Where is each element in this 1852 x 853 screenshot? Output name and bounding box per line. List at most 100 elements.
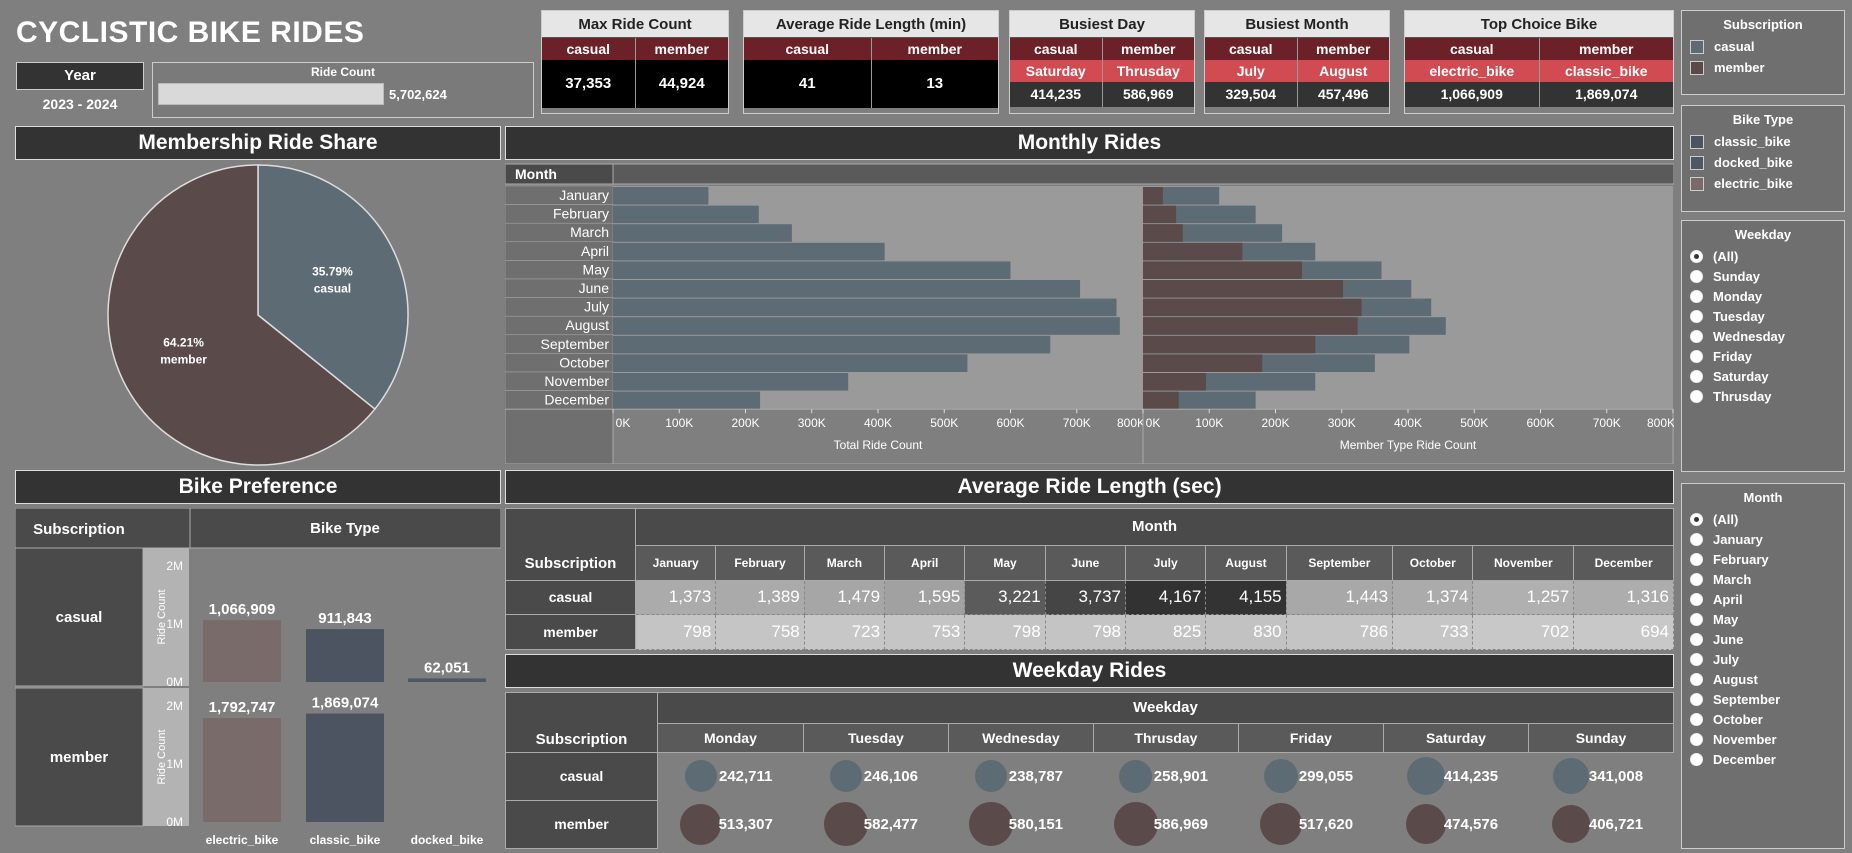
filter-option-march[interactable]: March <box>1682 569 1844 589</box>
filter-option-july[interactable]: July <box>1682 649 1844 669</box>
avg-cell[interactable]: 1,257 <box>1472 579 1575 616</box>
filter-option-thrusday[interactable]: Thrusday <box>1682 386 1844 406</box>
total-ride-bar[interactable] <box>613 280 1081 298</box>
weekday-cell[interactable]: 580,151 <box>948 800 1093 848</box>
weekday-cell[interactable]: 238,787 <box>948 752 1093 800</box>
filter-option-august[interactable]: August <box>1682 669 1844 689</box>
weekday-cell[interactable]: 258,901 <box>1093 752 1238 800</box>
avg-cell[interactable]: 723 <box>803 614 886 650</box>
weekday-cell[interactable]: 406,721 <box>1528 800 1673 848</box>
filter-option-all[interactable]: (All) <box>1682 509 1844 529</box>
weekday-cell[interactable]: 474,576 <box>1383 800 1528 848</box>
casual-bar[interactable] <box>1143 317 1358 335</box>
radio-button-icon[interactable] <box>1690 532 1703 546</box>
total-ride-bar[interactable] <box>613 205 759 224</box>
filter-option-wednesday[interactable]: Wednesday <box>1682 326 1844 346</box>
avg-cell[interactable]: 1,373 <box>634 579 717 616</box>
total-ride-bar[interactable] <box>613 242 885 261</box>
radio-button-icon[interactable] <box>1690 512 1703 526</box>
avg-cell[interactable]: 798 <box>964 614 1046 650</box>
casual-bar[interactable] <box>1143 335 1316 354</box>
casual-bar[interactable] <box>1143 224 1183 242</box>
weekday-cell[interactable]: 513,307 <box>658 800 804 848</box>
avg-cell[interactable]: 758 <box>715 614 805 650</box>
avg-cell[interactable]: 4,155 <box>1205 579 1287 616</box>
radio-button-icon[interactable] <box>1690 309 1703 323</box>
weekday-cell[interactable]: 582,477 <box>803 800 948 848</box>
avg-cell[interactable]: 1,479 <box>803 579 886 616</box>
radio-button-icon[interactable] <box>1690 572 1703 586</box>
filter-option-september[interactable]: September <box>1682 689 1844 709</box>
total-ride-bar[interactable] <box>613 373 849 391</box>
legend-item-docked_bike[interactable]: docked_bike <box>1682 152 1844 173</box>
radio-button-icon[interactable] <box>1690 329 1703 343</box>
weekday-cell[interactable]: 517,620 <box>1238 800 1383 848</box>
radio-button-icon[interactable] <box>1690 289 1703 303</box>
avg-cell[interactable]: 1,389 <box>715 579 805 616</box>
weekday-cell[interactable]: 242,711 <box>658 752 804 800</box>
weekday-cell[interactable]: 246,106 <box>803 752 948 800</box>
casual-bar[interactable] <box>1143 298 1362 317</box>
filter-option-february[interactable]: February <box>1682 549 1844 569</box>
filter-option-june[interactable]: June <box>1682 629 1844 649</box>
filter-option-december[interactable]: December <box>1682 749 1844 769</box>
filter-option-november[interactable]: November <box>1682 729 1844 749</box>
avg-cell[interactable]: 1,595 <box>884 579 966 616</box>
filter-option-monday[interactable]: Monday <box>1682 286 1844 306</box>
legend-item-classic_bike[interactable]: classic_bike <box>1682 131 1844 152</box>
casual-bar[interactable] <box>1143 391 1179 410</box>
bike-bar[interactable] <box>408 678 486 682</box>
weekday-cell[interactable]: 299,055 <box>1238 752 1383 800</box>
avg-cell[interactable]: 702 <box>1472 614 1575 650</box>
radio-button-icon[interactable] <box>1690 732 1703 746</box>
total-ride-bar[interactable] <box>613 354 968 372</box>
filter-option-saturday[interactable]: Saturday <box>1682 366 1844 386</box>
total-ride-bar[interactable] <box>613 335 1051 354</box>
radio-button-icon[interactable] <box>1690 552 1703 566</box>
year-filter[interactable]: Year 2023 - 2024 <box>16 62 144 116</box>
avg-cell[interactable]: 798 <box>634 614 717 650</box>
radio-button-icon[interactable] <box>1690 349 1703 363</box>
filter-option-tuesday[interactable]: Tuesday <box>1682 306 1844 326</box>
avg-cell[interactable]: 3,221 <box>964 579 1046 616</box>
filter-option-january[interactable]: January <box>1682 529 1844 549</box>
total-ride-bar[interactable] <box>613 317 1120 335</box>
avg-cell[interactable]: 733 <box>1392 614 1474 650</box>
avg-cell[interactable]: 4,167 <box>1124 579 1207 616</box>
casual-bar[interactable] <box>1143 354 1263 372</box>
avg-cell[interactable]: 786 <box>1285 614 1394 650</box>
radio-button-icon[interactable] <box>1690 632 1703 646</box>
filter-option-sunday[interactable]: Sunday <box>1682 266 1844 286</box>
casual-bar[interactable] <box>1143 242 1243 261</box>
radio-button-icon[interactable] <box>1690 692 1703 706</box>
avg-cell[interactable]: 1,374 <box>1392 579 1474 616</box>
radio-button-icon[interactable] <box>1690 249 1703 263</box>
total-ride-bar[interactable] <box>613 187 709 205</box>
total-ride-bar[interactable] <box>613 298 1117 317</box>
filter-option-friday[interactable]: Friday <box>1682 346 1844 366</box>
avg-cell[interactable]: 825 <box>1124 614 1207 650</box>
avg-cell[interactable]: 753 <box>884 614 966 650</box>
radio-button-icon[interactable] <box>1690 652 1703 666</box>
avg-cell[interactable]: 3,737 <box>1044 579 1127 616</box>
radio-button-icon[interactable] <box>1690 389 1703 403</box>
avg-cell[interactable]: 1,443 <box>1285 579 1394 616</box>
avg-cell[interactable]: 798 <box>1044 614 1127 650</box>
legend-item-electric_bike[interactable]: electric_bike <box>1682 173 1844 194</box>
avg-cell[interactable]: 1,316 <box>1573 579 1674 616</box>
avg-cell[interactable]: 830 <box>1205 614 1287 650</box>
weekday-cell[interactable]: 414,235 <box>1383 752 1528 800</box>
weekday-cell[interactable]: 586,969 <box>1093 800 1238 848</box>
filter-option-october[interactable]: October <box>1682 709 1844 729</box>
radio-button-icon[interactable] <box>1690 369 1703 383</box>
bike-bar[interactable] <box>203 620 281 682</box>
radio-button-icon[interactable] <box>1690 752 1703 766</box>
legend-item-member[interactable]: member <box>1682 57 1844 78</box>
total-ride-bar[interactable] <box>613 261 1011 279</box>
bike-bar[interactable] <box>306 713 384 822</box>
radio-button-icon[interactable] <box>1690 592 1703 606</box>
weekday-cell[interactable]: 341,008 <box>1528 752 1673 800</box>
casual-bar[interactable] <box>1143 205 1177 224</box>
total-ride-bar[interactable] <box>613 224 792 242</box>
avg-cell[interactable]: 694 <box>1573 614 1674 650</box>
